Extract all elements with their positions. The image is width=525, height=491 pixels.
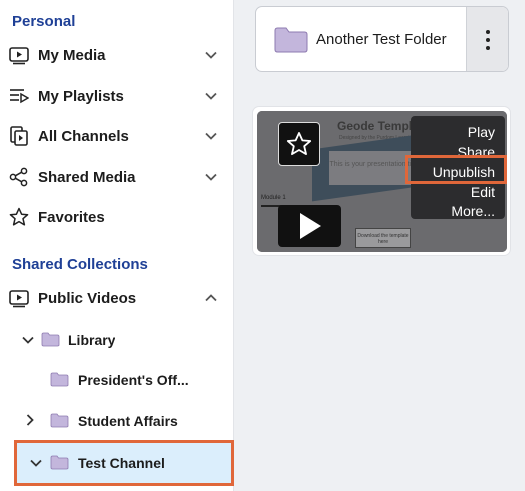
tree-item-student-affairs[interactable]: Student Affairs (0, 404, 233, 438)
tree-item-library[interactable]: Library (0, 323, 233, 357)
personal-heading: Personal (12, 13, 76, 30)
tree-item-presidents-office[interactable]: President's Off... (0, 363, 233, 397)
nav-label-public-videos: Public Videos (38, 289, 137, 307)
chevron-down-icon[interactable] (21, 333, 35, 347)
thumbnail-module: Module 1 (261, 195, 286, 201)
play-icon (299, 213, 321, 239)
chevron-down-icon[interactable] (203, 47, 219, 63)
sidebar: Personal My Media My Playlists All Chann… (0, 0, 234, 491)
chevron-down-icon[interactable] (203, 128, 219, 144)
kebab-menu-icon[interactable] (466, 7, 508, 71)
menu-item-more[interactable]: More... (451, 203, 495, 219)
folder-icon (50, 455, 69, 470)
nav-label-my-media: My Media (38, 46, 106, 64)
menu-item-play[interactable]: Play (468, 124, 495, 140)
share-icon (9, 167, 28, 187)
favorite-star-button[interactable] (278, 122, 320, 166)
play-button[interactable] (278, 205, 341, 247)
star-icon (286, 132, 312, 156)
playlist-icon (10, 89, 29, 104)
star-icon (9, 207, 29, 226)
tree-item-test-channel[interactable]: Test Channel (0, 446, 233, 480)
chevron-down-icon[interactable] (29, 456, 43, 470)
nav-item-public-videos[interactable]: Public Videos (0, 280, 233, 316)
media-card[interactable]: Geode Template Designed by the Purdom Le… (252, 106, 511, 256)
unpublish-highlight (405, 155, 507, 184)
nav-label-all-channels: All Channels (38, 127, 129, 145)
chevron-down-icon[interactable] (203, 169, 219, 185)
nav-item-my-media[interactable]: My Media (0, 37, 233, 73)
channels-icon (10, 126, 28, 146)
media-thumbnail[interactable]: Geode Template Designed by the Purdom Le… (257, 111, 507, 252)
nav-label-shared-media: Shared Media (38, 168, 136, 186)
my-media-icon (9, 47, 29, 65)
nav-label-my-playlists: My Playlists (38, 87, 124, 105)
tree-label-test-channel: Test Channel (78, 455, 165, 471)
chevron-down-icon[interactable] (203, 88, 219, 104)
nav-label-favorites: Favorites (38, 208, 105, 226)
tree-label-presidents-office: President's Off... (78, 372, 189, 388)
shared-collections-heading: Shared Collections (12, 256, 148, 273)
thumbnail-download: Download the template here (355, 228, 411, 248)
nav-item-my-playlists[interactable]: My Playlists (0, 78, 233, 114)
nav-item-all-channels[interactable]: All Channels (0, 118, 233, 154)
folder-icon (274, 27, 308, 53)
folder-icon (41, 332, 60, 347)
nav-item-shared-media[interactable]: Shared Media (0, 159, 233, 195)
chevron-up-icon[interactable] (203, 290, 219, 306)
folder-card-label: Another Test Folder (316, 31, 447, 48)
chevron-right-icon[interactable] (23, 413, 37, 427)
folder-icon (50, 413, 69, 428)
tree-label-library: Library (68, 332, 116, 348)
folder-card[interactable]: Another Test Folder (255, 6, 509, 72)
folder-icon (50, 372, 69, 387)
nav-item-favorites[interactable]: Favorites (0, 199, 233, 235)
video-icon (9, 290, 29, 308)
tree-label-student-affairs: Student Affairs (78, 413, 178, 429)
menu-item-edit[interactable]: Edit (471, 184, 495, 200)
